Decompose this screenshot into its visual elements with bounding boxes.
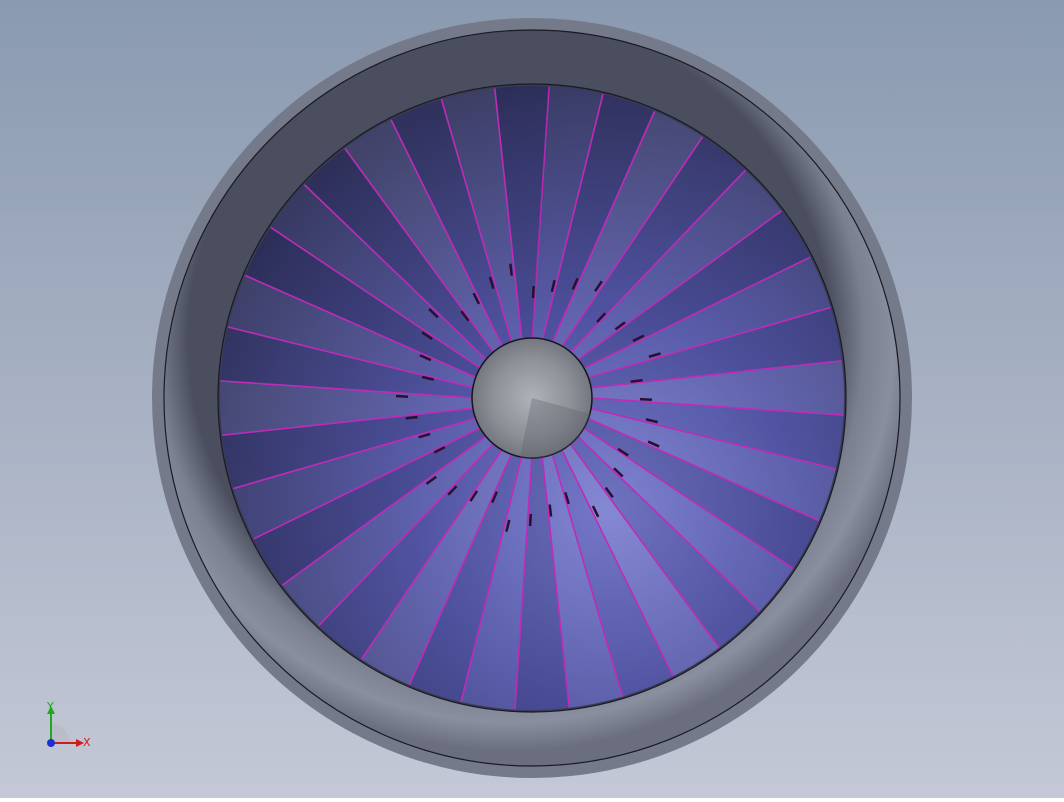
x-axis-label: X: [83, 736, 91, 749]
fan-blade-root-notch: [548, 504, 553, 517]
triad-quarter-disc: [51, 724, 70, 743]
fan-blade-root-notch: [405, 415, 418, 420]
coordinate-triad: X Y: [36, 698, 96, 754]
z-axis-dot: [47, 739, 55, 747]
graphics-viewport[interactable]: X Y: [0, 0, 1064, 798]
fan-blade-root-notch: [528, 513, 533, 527]
fan-blade-root-notch: [630, 378, 643, 383]
fan-blade-root-notch: [639, 397, 653, 402]
fan-engine-model[interactable]: [0, 0, 1064, 798]
y-axis-label: Y: [47, 700, 54, 713]
fan-blade-root-notch: [509, 263, 513, 276]
fan-blade-root-notch: [395, 394, 409, 399]
